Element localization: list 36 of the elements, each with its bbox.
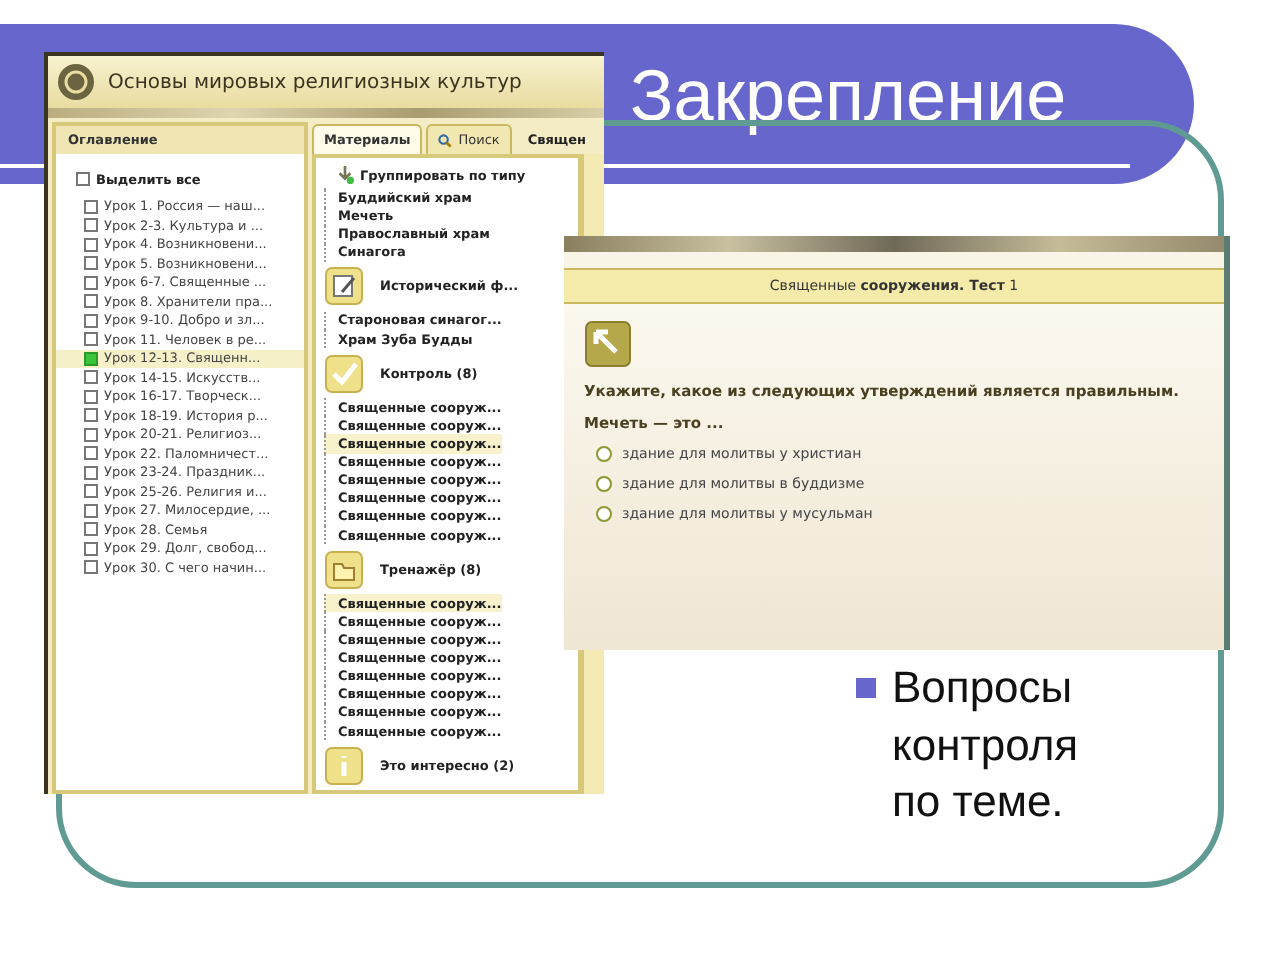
checkbox[interactable]	[84, 351, 98, 366]
checkbox[interactable]	[84, 389, 98, 404]
note-icon	[324, 266, 364, 307]
checkbox[interactable]	[76, 172, 90, 187]
checkbox[interactable]	[84, 370, 98, 385]
folder-icon	[324, 549, 364, 590]
slide-title: Закрепление	[630, 54, 1067, 138]
checkbox[interactable]	[84, 541, 98, 556]
checkmark-icon	[324, 353, 364, 394]
search-icon	[438, 133, 453, 147]
bullet-icon	[856, 678, 876, 698]
info-icon	[324, 745, 364, 786]
checkbox[interactable]	[84, 237, 98, 252]
checkbox[interactable]	[84, 465, 98, 480]
emblem-icon	[56, 62, 96, 102]
checkbox[interactable]	[84, 503, 98, 518]
bullet-text: Вопросы контроля по теме.	[892, 660, 1081, 831]
checkbox[interactable]	[84, 484, 98, 499]
pointer-icon	[584, 320, 632, 368]
checkbox[interactable]	[84, 446, 98, 461]
checkbox[interactable]	[84, 199, 98, 214]
radio-button[interactable]	[596, 446, 612, 462]
checkbox[interactable]	[84, 522, 98, 537]
checkbox[interactable]	[84, 313, 98, 328]
checkbox[interactable]	[84, 427, 98, 442]
checkbox[interactable]	[84, 256, 98, 271]
radio-button[interactable]	[596, 476, 612, 492]
checkbox[interactable]	[84, 294, 98, 309]
radio-button[interactable]	[596, 506, 612, 522]
checkbox[interactable]	[84, 332, 98, 347]
checkbox[interactable]	[84, 218, 98, 233]
checkbox[interactable]	[84, 408, 98, 423]
checkbox[interactable]	[84, 275, 98, 290]
window-title: Основы мировых религиозных культур	[108, 71, 522, 93]
checkbox[interactable]	[84, 560, 98, 575]
sort-icon	[336, 166, 354, 185]
